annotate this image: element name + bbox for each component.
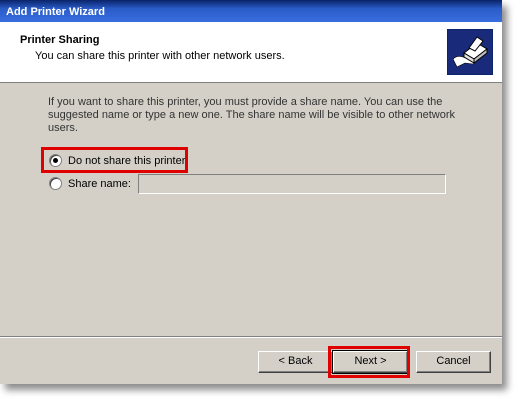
header-subtitle: You can share this printer with other ne… [35, 50, 285, 62]
printer-share-icon [447, 29, 493, 75]
share-name-input[interactable] [138, 174, 446, 194]
title-bar: Add Printer Wizard [0, 0, 502, 22]
wizard-header: Printer Sharing You can share this print… [0, 22, 502, 83]
window-title: Add Printer Wizard [6, 6, 105, 18]
next-button-label: Next > [354, 355, 387, 367]
cancel-button[interactable]: Cancel [416, 351, 491, 373]
radio-do-not-share[interactable] [49, 154, 62, 167]
option-share-name[interactable]: Share name: [49, 177, 131, 190]
description-text: If you want to share this printer, you m… [48, 96, 456, 134]
header-title: Printer Sharing [20, 34, 100, 46]
radio-share-name[interactable] [49, 177, 62, 190]
option-share-name-label: Share name: [68, 177, 131, 190]
next-button[interactable]: Next > [332, 350, 409, 374]
add-printer-wizard-window: Add Printer Wizard Printer Sharing You c… [0, 0, 502, 384]
option-do-not-share-label: Do not share this printer [68, 154, 186, 167]
option-do-not-share[interactable]: Do not share this printer [49, 154, 185, 167]
footer-separator [0, 336, 502, 338]
back-button[interactable]: < Back [258, 351, 333, 373]
